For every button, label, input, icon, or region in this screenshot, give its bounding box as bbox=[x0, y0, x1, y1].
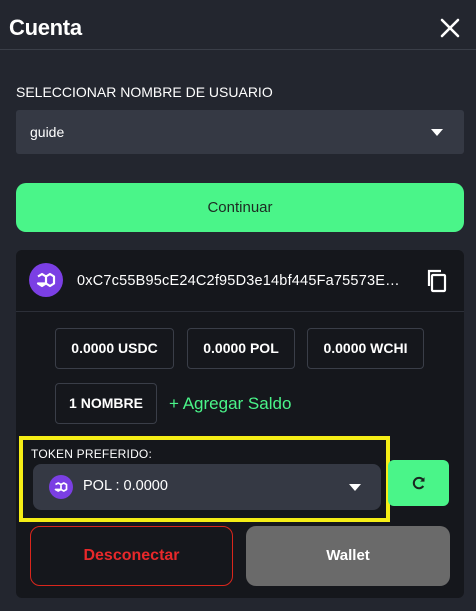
refresh-button[interactable] bbox=[388, 460, 449, 506]
copy-address-button[interactable] bbox=[426, 269, 448, 293]
preferred-token-label: TOKEN PREFERIDO: bbox=[31, 447, 152, 461]
preferred-token-select[interactable]: POL : 0.0000 bbox=[33, 464, 381, 510]
refresh-icon bbox=[412, 476, 425, 490]
wallet-address-row: 0xC7c55B95cE24C2f95D3e14bf445Fa75573E… bbox=[16, 250, 464, 312]
wchi-balance-chip: 0.0000 WCHI bbox=[307, 328, 424, 369]
page-title: Cuenta bbox=[9, 15, 82, 40]
names-count-chip: 1 NOMBRE bbox=[55, 383, 157, 424]
wallet-panel: 0xC7c55B95cE24C2f95D3e14bf445Fa75573E… 0… bbox=[16, 250, 464, 598]
polygon-icon bbox=[49, 475, 73, 499]
username-selected-value: guide bbox=[30, 124, 65, 140]
pol-balance-chip: 0.0000 POL bbox=[187, 328, 295, 369]
disconnect-button[interactable]: Desconectar bbox=[30, 526, 233, 586]
polygon-icon bbox=[29, 263, 63, 297]
username-select[interactable]: guide bbox=[16, 110, 464, 154]
wallet-address: 0xC7c55B95cE24C2f95D3e14bf445Fa75573E… bbox=[77, 273, 400, 289]
add-balance-link[interactable]: + Agregar Saldo bbox=[169, 394, 291, 414]
close-button[interactable] bbox=[438, 16, 462, 40]
chevron-down-icon bbox=[349, 484, 361, 491]
chevron-down-icon bbox=[431, 129, 443, 136]
close-icon bbox=[440, 18, 460, 38]
wallet-button[interactable]: Wallet bbox=[246, 526, 450, 586]
username-select-label: SELECCIONAR NOMBRE DE USUARIO bbox=[16, 84, 273, 100]
usdc-balance-chip: 0.0000 USDC bbox=[55, 328, 174, 369]
preferred-token-value: POL : 0.0000 bbox=[83, 478, 168, 494]
continue-button[interactable]: Continuar bbox=[16, 183, 464, 232]
copy-icon bbox=[427, 269, 447, 293]
preferred-token-highlight: TOKEN PREFERIDO: POL : 0.0000 bbox=[19, 436, 390, 522]
header: Cuenta bbox=[0, 0, 476, 50]
